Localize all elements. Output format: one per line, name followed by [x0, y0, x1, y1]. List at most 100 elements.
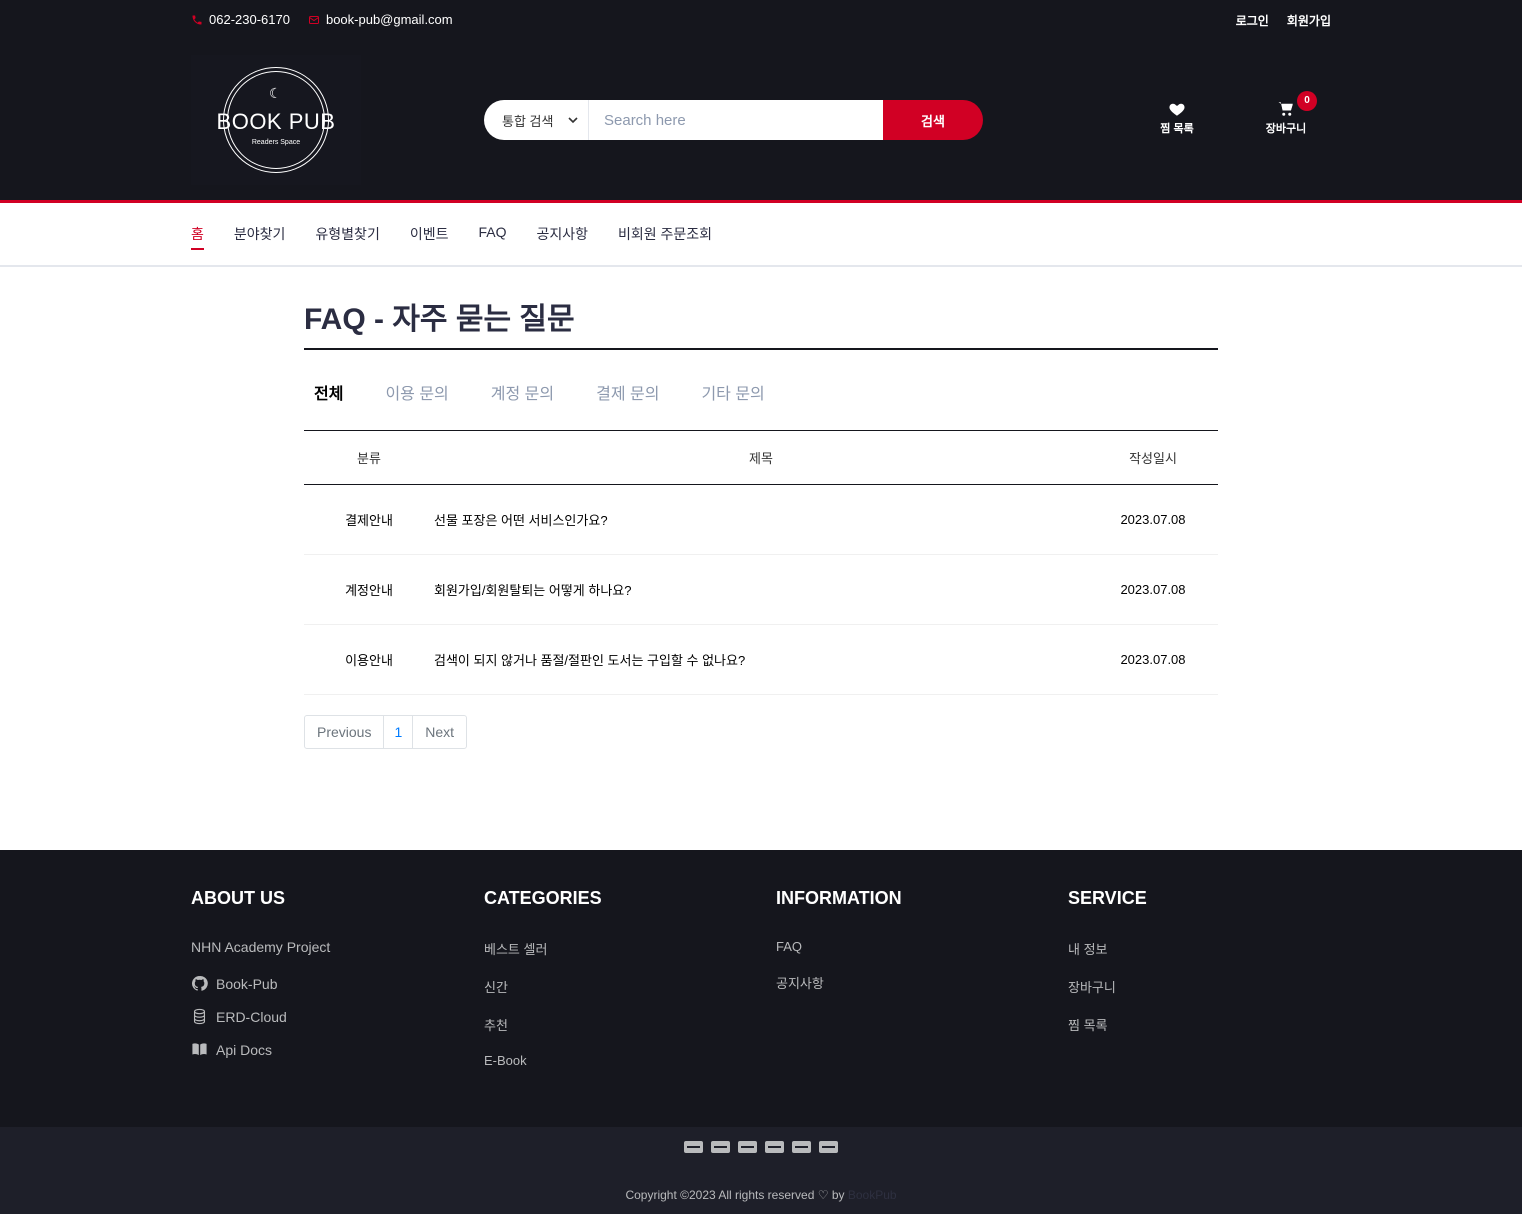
- nav-item-notice[interactable]: 공지사항: [536, 224, 588, 250]
- nav-item-faq[interactable]: FAQ: [478, 224, 506, 250]
- footer-link-recommend[interactable]: 추천: [484, 1015, 602, 1034]
- pagination: Previous 1 Next: [304, 715, 468, 749]
- heart-icon: [1169, 103, 1185, 116]
- email-address: book-pub@gmail.com: [325, 12, 453, 27]
- row-date: 2023.07.08: [1088, 484, 1218, 555]
- api-docs-link[interactable]: Api Docs: [191, 1041, 330, 1058]
- search-category-value: 통합 검색: [502, 113, 554, 129]
- footer-about: ABOUT US NHN Academy Project Book-Pub ER…: [191, 888, 330, 1074]
- header-title: 제목: [434, 430, 1088, 485]
- footer-link-my-info[interactable]: 내 정보: [1068, 939, 1147, 958]
- nav-item-category[interactable]: 분야찾기: [234, 224, 286, 250]
- cart-count-badge: 0: [1297, 91, 1317, 111]
- wishlist-button[interactable]: 찜 목록: [1158, 100, 1196, 136]
- payment-icons: [684, 1141, 838, 1153]
- main-navigation: 홈 분야찾기 유형별찾기 이벤트 FAQ 공지사항 비회원 주문조회: [0, 200, 1522, 267]
- row-date: 2023.07.08: [1088, 624, 1218, 695]
- footer: ABOUT US NHN Academy Project Book-Pub ER…: [0, 850, 1522, 1127]
- footer-service: SERVICE 내 정보 장바구니 찜 목록: [1068, 888, 1147, 1053]
- row-category: 결제안내: [304, 484, 434, 555]
- search-button[interactable]: 검색: [883, 100, 983, 140]
- footer-link-bestseller[interactable]: 베스트 셀러: [484, 939, 602, 958]
- account-links: 로그인 회원가입: [1236, 12, 1331, 29]
- row-title-link[interactable]: 회원가입/회원탈퇴는 어떻게 하나요?: [434, 554, 1088, 625]
- table-row[interactable]: 결제안내 선물 포장은 어떤 서비스인가요? 2023.07.08: [304, 484, 1218, 555]
- footer-information-title: INFORMATION: [776, 888, 902, 908]
- envelope-icon: [308, 15, 319, 24]
- nav-item-type[interactable]: 유형별찾기: [315, 224, 379, 250]
- tab-account[interactable]: 계정 문의: [481, 380, 564, 404]
- wishlist-label: 찜 목록: [1160, 123, 1194, 135]
- contact-info: 062-230-6170 book-pub@gmail.com: [191, 12, 453, 27]
- search-category-select[interactable]: 통합 검색: [484, 100, 589, 140]
- previous-page-button[interactable]: Previous: [305, 716, 385, 748]
- discover-icon: [792, 1141, 811, 1153]
- tab-usage[interactable]: 이용 문의: [375, 380, 458, 404]
- footer-link-ebook[interactable]: E-Book: [484, 1053, 602, 1068]
- credit-card-icon: [711, 1141, 730, 1153]
- search-input[interactable]: [589, 100, 883, 140]
- erd-cloud-link[interactable]: ERD-Cloud: [191, 1008, 330, 1025]
- cart-button[interactable]: 장바구니 0: [1263, 91, 1317, 136]
- visa-icon: [684, 1141, 703, 1153]
- nav-item-event[interactable]: 이벤트: [410, 224, 449, 250]
- row-category: 이용안내: [304, 624, 434, 695]
- github-icon: [191, 976, 208, 991]
- page-title: FAQ - 자주 묻는 질문: [304, 294, 1218, 350]
- footer-link-wishlist[interactable]: 찜 목록: [1068, 1015, 1147, 1034]
- footer-about-text: NHN Academy Project: [191, 939, 331, 955]
- table-row[interactable]: 이용안내 검색이 되지 않거나 품절/절판인 도서는 구입할 수 없나요? 20…: [304, 624, 1218, 695]
- next-page-button[interactable]: Next: [413, 716, 466, 748]
- moon-icon: ☾: [269, 85, 282, 101]
- tab-all[interactable]: 전체: [304, 380, 353, 404]
- page-number-button[interactable]: 1: [384, 716, 414, 748]
- footer-categories: CATEGORIES 베스트 셀러 신간 추천 E-Book: [484, 888, 602, 1087]
- heart-outline-icon: ♡: [817, 1188, 829, 1202]
- github-link[interactable]: Book-Pub: [191, 975, 330, 992]
- login-link[interactable]: 로그인: [1236, 12, 1269, 29]
- table-header-row: 분류 제목 작성일시: [304, 430, 1218, 485]
- github-link-label: Book-Pub: [216, 975, 278, 992]
- email-contact: book-pub@gmail.com: [308, 12, 453, 27]
- footer-information: INFORMATION FAQ 공지사항: [776, 888, 902, 1011]
- mastercard-icon: [765, 1141, 784, 1153]
- nav-item-guest-order[interactable]: 비회원 주문조회: [618, 224, 712, 250]
- header-date: 작성일시: [1088, 430, 1218, 485]
- footer-link-notice[interactable]: 공지사항: [776, 973, 902, 992]
- logo-title: BOOK PUB: [216, 109, 336, 134]
- footer-link-new[interactable]: 신간: [484, 977, 602, 996]
- row-title-link[interactable]: 선물 포장은 어떤 서비스인가요?: [434, 484, 1088, 555]
- row-date: 2023.07.08: [1088, 554, 1218, 625]
- nav-list: 홈 분야찾기 유형별찾기 이벤트 FAQ 공지사항 비회원 주문조회: [191, 224, 712, 250]
- api-docs-link-label: Api Docs: [216, 1041, 273, 1058]
- logo[interactable]: ☾ BOOK PUB Readers Space: [191, 55, 361, 185]
- erd-cloud-link-label: ERD-Cloud: [216, 1008, 287, 1025]
- footer-link-faq[interactable]: FAQ: [776, 939, 902, 954]
- copyright-by: by: [831, 1188, 845, 1202]
- brand-link[interactable]: BookPub: [848, 1188, 897, 1202]
- chevron-down-icon: [568, 117, 578, 124]
- nav-item-home[interactable]: 홈: [191, 224, 204, 250]
- tab-payment[interactable]: 결제 문의: [586, 380, 669, 404]
- database-icon: [193, 1008, 206, 1025]
- row-category: 계정안내: [304, 554, 434, 625]
- header-category: 분류: [304, 430, 434, 485]
- copyright: Copyright ©2023 All rights reserved ♡ by…: [0, 1188, 1522, 1202]
- tab-other[interactable]: 기타 문의: [691, 380, 774, 404]
- phone-contact: 062-230-6170: [191, 12, 290, 27]
- phone-number: 062-230-6170: [209, 12, 290, 27]
- table-row[interactable]: 계정안내 회원가입/회원탈퇴는 어떻게 하나요? 2023.07.08: [304, 554, 1218, 625]
- amex-icon: [819, 1141, 838, 1153]
- bottom-footer: Copyright ©2023 All rights reserved ♡ by…: [0, 1127, 1522, 1214]
- footer-categories-title: CATEGORIES: [484, 888, 602, 908]
- phone-icon: [192, 15, 202, 24]
- book-open-icon: [192, 1043, 207, 1056]
- row-title-link[interactable]: 검색이 되지 않거나 품절/절판인 도서는 구입할 수 없나요?: [434, 624, 1088, 695]
- footer-service-title: SERVICE: [1068, 888, 1147, 908]
- logo-subtitle: Readers Space: [251, 139, 301, 146]
- header: ☾ BOOK PUB Readers Space 통합 검색 검색 찜 목록 장…: [0, 40, 1522, 200]
- faq-table: 분류 제목 작성일시 결제안내 선물 포장은 어떤 서비스인가요? 2023.0…: [304, 430, 1218, 695]
- signup-link[interactable]: 회원가입: [1287, 12, 1331, 29]
- footer-link-cart[interactable]: 장바구니: [1068, 977, 1147, 996]
- search-bar: 통합 검색 검색: [484, 100, 983, 140]
